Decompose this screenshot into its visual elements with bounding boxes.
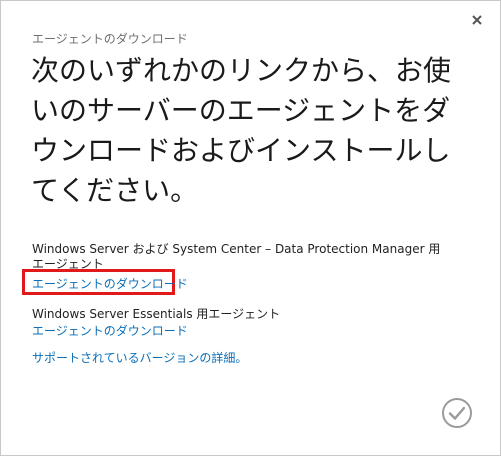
essentials-agent-download-link[interactable]: エージェントのダウンロード — [32, 322, 188, 339]
supported-versions-link[interactable]: サポートされているバージョンの詳細。 — [32, 349, 247, 366]
close-icon[interactable] — [470, 13, 484, 27]
check-circle-icon[interactable] — [441, 397, 473, 429]
dialog-heading: 次のいずれかのリンクから、お使いのサーバーのエージェントをダウンロードおよびイン… — [31, 54, 452, 207]
dialog-subtitle: エージェントのダウンロード — [32, 32, 188, 46]
download-agent-dialog: エージェントのダウンロード 次のいずれかのリンクから、お使いのサーバーのエージェ… — [0, 0, 501, 456]
dpm-agent-download-link[interactable]: エージェントのダウンロード — [32, 275, 188, 292]
essentials-agent-label: Windows Server Essentials 用エージェント — [32, 307, 281, 321]
dpm-agent-label: Windows Server および System Center – Data … — [32, 242, 441, 271]
